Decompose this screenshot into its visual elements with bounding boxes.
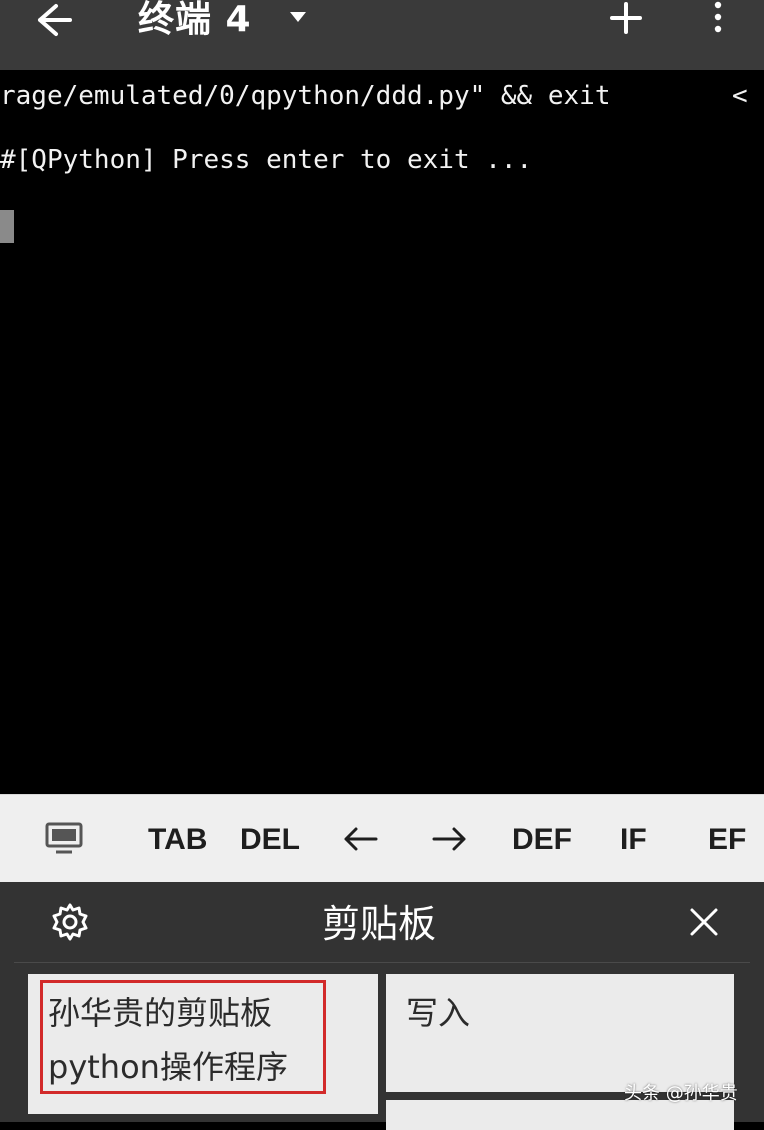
back-arrow-icon[interactable] — [34, 2, 74, 38]
terminal-cursor — [0, 210, 14, 243]
watermark: 头条 @孙华贵 — [624, 1083, 738, 1104]
gear-icon[interactable] — [50, 902, 90, 942]
clipboard-title: 剪贴板 — [322, 902, 437, 946]
app-bar: 终端 4 — [0, 0, 764, 70]
key-if[interactable]: IF — [620, 821, 647, 859]
terminal-title[interactable]: 终端 4 — [138, 0, 252, 46]
arrow-left-icon[interactable] — [342, 825, 380, 853]
key-tab[interactable]: TAB — [148, 821, 207, 859]
close-icon[interactable] — [688, 906, 720, 938]
highlight-box — [40, 980, 326, 1094]
more-vertical-icon[interactable] — [706, 0, 730, 36]
arrow-right-icon[interactable] — [430, 825, 468, 853]
monitor-icon[interactable] — [44, 821, 84, 855]
plus-icon[interactable] — [608, 0, 644, 36]
terminal-output[interactable]: rage/emulated/0/qpython/ddd.py" && exit … — [0, 70, 764, 794]
terminal-line: #[QPython] Press enter to exit ... — [0, 145, 533, 175]
key-del[interactable]: DEL — [240, 821, 300, 859]
overflow-marker: < — [732, 81, 748, 111]
key-def[interactable]: DEF — [512, 821, 572, 859]
key-ef[interactable]: EF — [708, 821, 746, 859]
divider — [14, 962, 750, 963]
dropdown-caret-icon[interactable] — [288, 10, 308, 24]
clipboard-item-text: 写入 — [406, 994, 471, 1032]
extra-keys-bar: TAB DEL DEF IF EF — [0, 794, 764, 883]
clipboard-item[interactable]: 写入 — [386, 974, 734, 1092]
terminal-line: rage/emulated/0/qpython/ddd.py" && exit — [0, 81, 611, 111]
